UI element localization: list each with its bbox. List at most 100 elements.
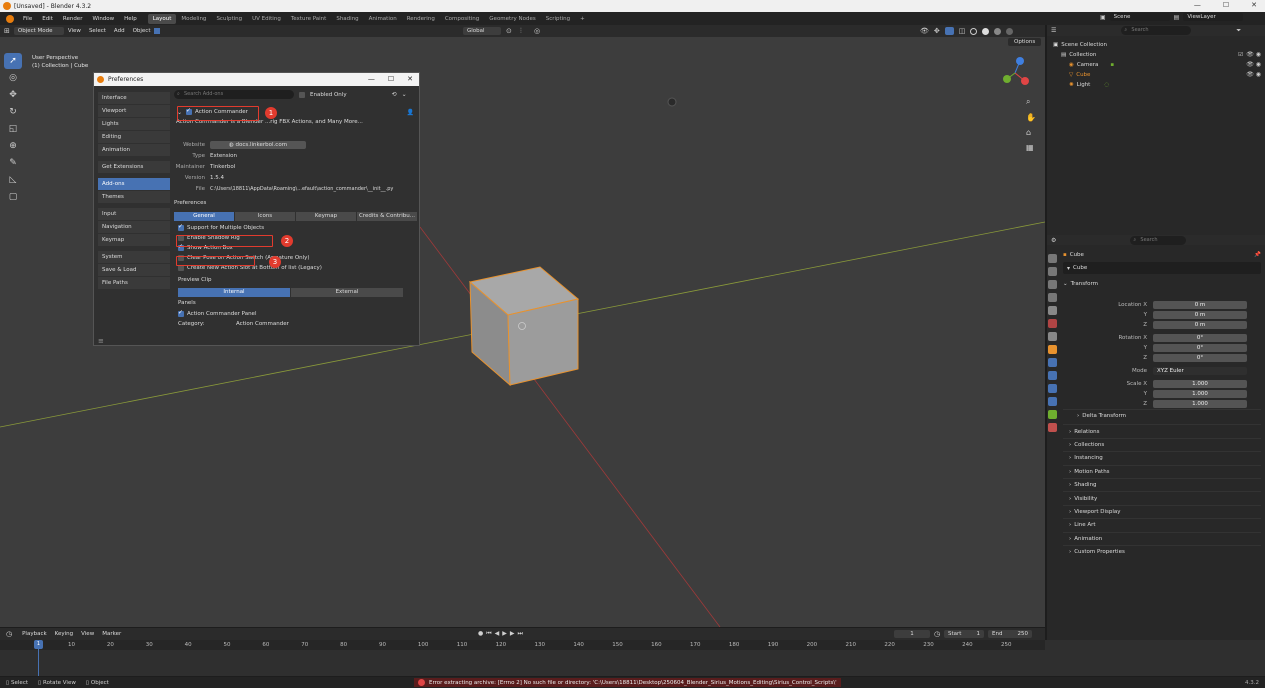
frame-ruler[interactable]: 10 20 30 40 50 60 70 80 90 100 110 120 130 140 150 160 1… (0, 640, 1045, 650)
scene-collection-label[interactable]: Scene Collection (1061, 42, 1107, 48)
collection-label[interactable]: Collection (1069, 52, 1096, 58)
addon-search-input[interactable]: ⌕ Search Add-ons (174, 90, 294, 99)
gizmo-toggle-icon[interactable]: ✥ (934, 27, 940, 35)
tab-shading[interactable]: Shading (331, 14, 363, 24)
multiple-objects-checkbox[interactable] (178, 223, 184, 231)
prev-key-icon[interactable]: ◀ (495, 630, 500, 638)
tab-compositing[interactable]: Compositing (440, 14, 484, 24)
rotation-x-field[interactable]: 0° (1153, 334, 1247, 342)
tool-tab-icon[interactable] (1048, 254, 1057, 263)
category-value[interactable]: Action Commander (236, 321, 289, 327)
particles-tab-icon[interactable] (1048, 371, 1057, 380)
timeline-area[interactable]: 10 20 30 40 50 60 70 80 90 100 110 120 130 140 150 160 1… (0, 640, 1265, 676)
sidebar-item-add-ons[interactable]: Add-ons (98, 178, 170, 190)
proportional-edit-icon[interactable]: ◎ (534, 27, 540, 35)
menu-keying[interactable]: Keying (51, 631, 77, 637)
rotation-z-field[interactable]: 0° (1153, 354, 1247, 362)
tab-credits[interactable]: Credits & Contribu... (357, 212, 418, 221)
section-instancing[interactable]: Instancing (1074, 455, 1103, 461)
menu-add[interactable]: Add (110, 28, 129, 34)
transform-header[interactable]: Transform (1071, 281, 1098, 287)
sidebar-item-lights[interactable]: Lights (98, 118, 170, 130)
pin-icon[interactable]: 📌 (1254, 252, 1261, 258)
section-relations[interactable]: Relations (1074, 429, 1099, 435)
material-shading-icon[interactable] (994, 27, 1002, 35)
rotate-tool-icon[interactable]: ↻ (4, 104, 22, 120)
prefs-close-button[interactable]: ✕ (407, 75, 413, 83)
scale-z-field[interactable]: 1.000 (1153, 400, 1247, 408)
outliner-editor-icon[interactable]: ☰ (1051, 27, 1056, 34)
world-tab-icon[interactable] (1048, 319, 1057, 328)
menu-help[interactable]: Help (119, 16, 142, 22)
tab-sculpting[interactable]: Sculpting (211, 14, 247, 24)
error-message[interactable]: Error extracting archive: [Errno 2] No s… (414, 678, 841, 687)
snap-icon[interactable]: ⫶ (520, 27, 522, 36)
sidebar-item-themes[interactable]: Themes (98, 191, 170, 203)
sidebar-item-file-paths[interactable]: File Paths (98, 277, 170, 289)
enabled-only-checkbox[interactable] (299, 91, 305, 98)
section-motion-paths[interactable]: Motion Paths (1074, 469, 1109, 475)
location-z-field[interactable]: 0 m (1153, 321, 1247, 329)
physics-tab-icon[interactable] (1048, 384, 1057, 393)
scale-tool-icon[interactable]: ◱ (4, 121, 22, 137)
menu-file[interactable]: File (18, 16, 37, 22)
tab-modeling[interactable]: Modeling (176, 14, 211, 24)
section-viewport-display[interactable]: Viewport Display (1074, 509, 1120, 515)
tab-keymap[interactable]: Keymap (296, 212, 357, 221)
jump-end-icon[interactable]: ⏭ (518, 630, 523, 638)
menu-playback[interactable]: Playback (18, 631, 51, 637)
visibility-icon[interactable]: 👁 (920, 27, 929, 35)
sidebar-item-animation[interactable]: Animation (98, 144, 170, 156)
editor-type-icon[interactable]: ⊞ (4, 27, 10, 35)
add-cube-tool-icon[interactable]: ▢ (4, 189, 22, 205)
clock-icon[interactable]: ◷ (934, 630, 940, 638)
outliner-item-cube[interactable]: Cube (1076, 72, 1090, 78)
minimize-button[interactable]: — (1194, 1, 1201, 9)
zoom-icon[interactable]: ⌕ (1026, 97, 1036, 107)
rotation-mode-dropdown[interactable]: XYZ Euler (1153, 367, 1247, 375)
solid-shading-icon[interactable] (982, 27, 990, 35)
close-button[interactable]: ✕ (1251, 1, 1257, 9)
current-frame-field[interactable]: 1 (894, 630, 930, 638)
scene-selector[interactable]: Scene (1109, 13, 1170, 21)
object-tab-icon[interactable] (1048, 345, 1057, 354)
blender-menu-icon[interactable] (6, 14, 14, 23)
filter-icon[interactable]: ⏷ (1236, 27, 1241, 35)
next-key-icon[interactable]: ▶ (510, 630, 515, 638)
tab-texture-paint[interactable]: Texture Paint (286, 14, 332, 24)
play-icon[interactable]: ▶ (502, 630, 507, 638)
data-tab-icon[interactable] (1048, 410, 1057, 419)
sidebar-item-get-extensions[interactable]: Get Extensions (98, 161, 170, 173)
camera-view-icon[interactable]: ⌂ (1026, 128, 1036, 137)
playhead[interactable]: 1 (34, 640, 43, 649)
cursor-tool-icon[interactable]: ◎ (4, 70, 22, 86)
menu-edit[interactable]: Edit (37, 16, 58, 22)
view-layer-tab-icon[interactable] (1048, 293, 1057, 302)
prefs-maximize-button[interactable]: ☐ (388, 75, 394, 83)
sidebar-item-input[interactable]: Input (98, 208, 170, 220)
section-shading[interactable]: Shading (1074, 482, 1096, 488)
location-x-field[interactable]: 0 m (1153, 301, 1247, 309)
end-frame-field[interactable]: End 250 (988, 630, 1032, 638)
sidebar-item-viewport[interactable]: Viewport (98, 105, 170, 117)
clip-external-button[interactable]: External (291, 288, 404, 297)
sidebar-item-save-load[interactable]: Save & Load (98, 264, 170, 276)
constraints-tab-icon[interactable] (1048, 397, 1057, 406)
menu-select[interactable]: Select (85, 28, 110, 34)
sidebar-item-system[interactable]: System (98, 251, 170, 263)
section-visibility[interactable]: Visibility (1074, 496, 1097, 502)
record-icon[interactable]: ● (478, 630, 483, 638)
properties-editor-icon[interactable]: ⚙ (1051, 237, 1056, 244)
object-name-field[interactable]: Cube (1073, 265, 1087, 271)
tab-uv-editing[interactable]: UV Editing (247, 14, 286, 24)
eye-icon[interactable]: 👁 ◉ (1246, 61, 1261, 68)
annotate-tool-icon[interactable]: ✎ (4, 155, 22, 171)
start-frame-field[interactable]: Start 1 (944, 630, 984, 638)
scene-tab-icon[interactable] (1048, 306, 1057, 315)
grid-view-icon[interactable]: ▦ (1026, 143, 1036, 152)
section-collections[interactable]: Collections (1074, 442, 1104, 448)
sidebar-item-editing[interactable]: Editing (98, 131, 170, 143)
add-workspace-button[interactable]: + (575, 14, 590, 24)
section-animation[interactable]: Animation (1074, 536, 1102, 542)
panel-checkbox[interactable] (178, 309, 184, 317)
